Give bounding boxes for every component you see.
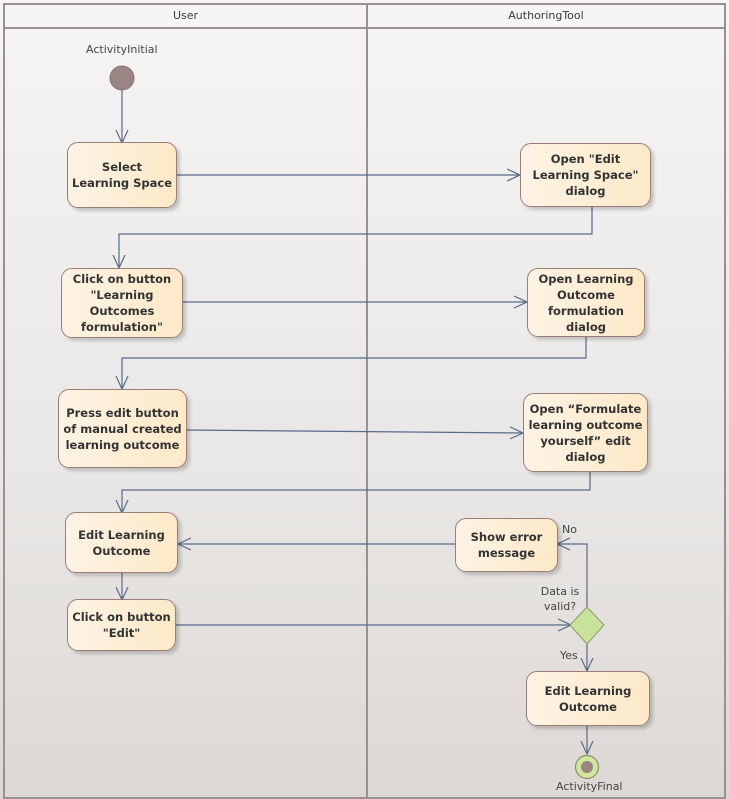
action-open-edit-learning-space[interactable]: Open "Edit Learning Space" dialog [520,143,651,207]
flow-press-edit-to-open-formulate [186,430,523,433]
final-node-label: ActivityFinal [556,780,623,793]
action-select-learning-space[interactable]: Select Learning Space [67,142,177,208]
initial-node-label: ActivityInitial [86,43,158,56]
action-open-lo-formulation[interactable]: Open Learning Outcome formulation dialog [527,268,645,337]
action-edit-learning-outcome-user[interactable]: Edit Learning Outcome [65,512,178,573]
decision-no-label: No [562,523,577,536]
flow-open-edit-space-to-click-lo [119,207,593,268]
action-press-edit-manual[interactable]: Press edit button of manual created lear… [58,389,187,468]
action-click-edit[interactable]: Click on button "Edit" [67,599,176,651]
action-edit-learning-outcome-tool[interactable]: Edit Learning Outcome [526,671,650,726]
action-open-formulate-yourself[interactable]: Open “Formulate learning outcome yoursel… [523,393,648,472]
decision-label: Data is valid? [540,584,580,614]
flow-open-lo-to-press-edit [122,337,587,389]
action-click-lo-formulation[interactable]: Click on button "Learning Outcomes formu… [61,268,183,338]
initial-node-icon [109,65,135,91]
decision-yes-label: Yes [560,649,578,662]
decision-label-text: Data is valid? [540,585,580,613]
flow-open-formulate-to-edit-lo [122,472,591,513]
action-show-error[interactable]: Show error message [455,518,558,572]
